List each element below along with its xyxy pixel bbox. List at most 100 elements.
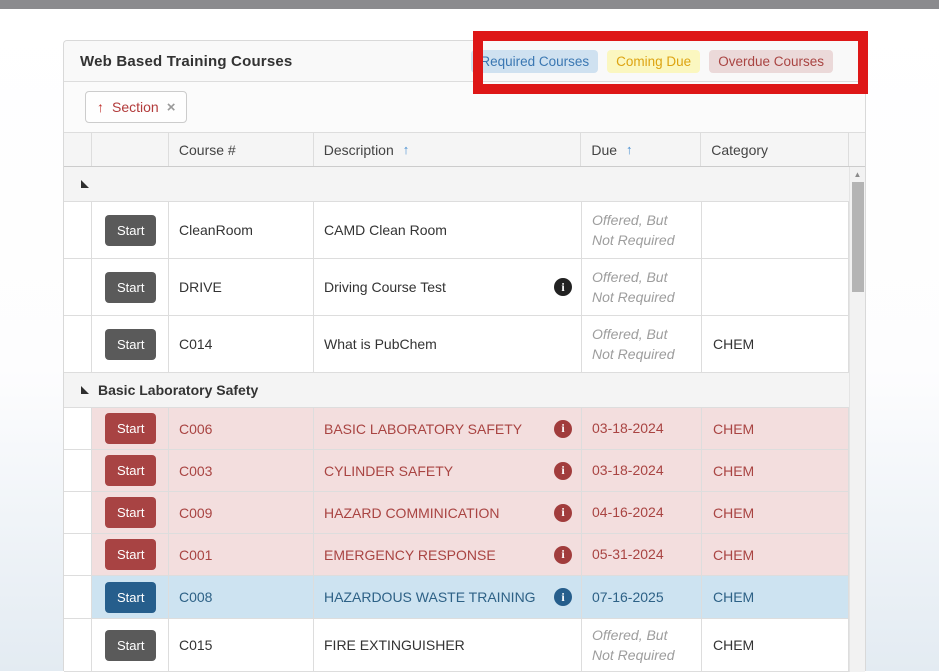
- category: CHEM: [701, 576, 849, 618]
- group-header-row: [64, 167, 849, 202]
- start-button[interactable]: Start: [105, 630, 156, 661]
- start-button[interactable]: Start: [105, 497, 156, 528]
- column-header-description[interactable]: Description ↑: [313, 133, 581, 166]
- row-indent: [64, 576, 91, 618]
- training-courses-panel: Web Based Training Courses Required Cour…: [63, 40, 866, 671]
- course-number: C001: [168, 534, 313, 575]
- row-indent: [64, 259, 91, 315]
- course-description: HAZARDOUS WASTE TRAINING: [324, 589, 536, 605]
- course-description: CAMD Clean Room: [324, 222, 447, 238]
- browser-top-bar: [0, 0, 939, 9]
- info-icon[interactable]: i: [554, 278, 572, 296]
- sort-ascending-icon: ↑: [626, 142, 633, 157]
- course-number: C009: [168, 492, 313, 533]
- due-date: Offered, But Not Required: [581, 619, 701, 671]
- course-description: HAZARD COMMINICATION: [324, 505, 500, 521]
- description-cell: HAZARDOUS WASTE TRAINING i: [313, 576, 581, 618]
- action-cell: Start: [91, 316, 168, 372]
- due-date: 04-16-2024: [581, 492, 701, 533]
- start-button[interactable]: Start: [105, 413, 156, 444]
- page-title: Web Based Training Courses: [80, 53, 292, 70]
- table-header-row: Course # Description ↑ Due ↑ Category: [64, 133, 865, 167]
- due-date: Offered, But Not Required: [581, 259, 701, 315]
- start-button[interactable]: Start: [105, 539, 156, 570]
- sort-ascending-icon: ↑: [403, 142, 410, 157]
- category: CHEM: [701, 492, 849, 533]
- table-row-overdue: Start C001 EMERGENCY RESPONSE i 05-31-20…: [64, 534, 849, 576]
- section-group-chip[interactable]: ↑ Section ×: [85, 91, 187, 123]
- due-date: 05-31-2024: [581, 534, 701, 575]
- column-header-due[interactable]: Due ↑: [580, 133, 700, 166]
- collapse-icon[interactable]: [81, 386, 89, 394]
- table-row-overdue: Start C003 CYLINDER SAFETY i 03-18-2024 …: [64, 450, 849, 492]
- category: CHEM: [701, 316, 849, 372]
- row-indent: [64, 492, 91, 533]
- description-cell: CAMD Clean Room: [313, 202, 581, 258]
- course-description: EMERGENCY RESPONSE: [324, 547, 496, 563]
- table-row-required: Start C008 HAZARDOUS WASTE TRAINING i 07…: [64, 576, 849, 619]
- course-description: BASIC LABORATORY SAFETY: [324, 421, 522, 437]
- column-header-category[interactable]: Category: [700, 133, 848, 166]
- action-cell: Start: [91, 619, 168, 671]
- category: CHEM: [701, 619, 849, 671]
- sort-ascending-icon[interactable]: ↑: [97, 99, 104, 115]
- start-button[interactable]: Start: [105, 329, 156, 360]
- scrollbar-up-icon[interactable]: ▲: [850, 167, 865, 182]
- action-cell: Start: [91, 534, 168, 575]
- due-date: Offered, But Not Required: [581, 316, 701, 372]
- course-description: FIRE EXTINGUISHER: [324, 637, 465, 653]
- column-label: Category: [711, 142, 768, 158]
- description-cell: EMERGENCY RESPONSE i: [313, 534, 581, 575]
- panel-header: Web Based Training Courses Required Cour…: [64, 41, 865, 82]
- status-legend: Required Courses Coming Due Overdue Cour…: [471, 50, 833, 73]
- column-header-course[interactable]: Course #: [168, 133, 313, 166]
- column-label: Description: [324, 142, 394, 158]
- table-body: Start CleanRoom CAMD Clean Room Offered,…: [64, 167, 865, 672]
- course-description: Driving Course Test: [324, 279, 446, 295]
- close-icon[interactable]: ×: [167, 100, 176, 115]
- row-indent: [64, 534, 91, 575]
- info-icon[interactable]: i: [554, 462, 572, 480]
- table-row: Start DRIVE Driving Course Test i Offere…: [64, 259, 849, 316]
- due-date: 07-16-2025: [581, 576, 701, 618]
- course-number: C014: [168, 316, 313, 372]
- table-rows: Start CleanRoom CAMD Clean Room Offered,…: [64, 167, 849, 672]
- group-header-row: Basic Laboratory Safety: [64, 373, 849, 408]
- category: CHEM: [701, 450, 849, 491]
- info-icon[interactable]: i: [554, 588, 572, 606]
- action-cell: Start: [91, 259, 168, 315]
- category: [701, 259, 849, 315]
- table-row: Start C014 What is PubChem Offered, But …: [64, 316, 849, 373]
- row-indent: [64, 316, 91, 372]
- category: CHEM: [701, 534, 849, 575]
- description-cell: Driving Course Test i: [313, 259, 581, 315]
- table-row-overdue: Start C006 BASIC LABORATORY SAFETY i 03-…: [64, 408, 849, 450]
- category: [701, 202, 849, 258]
- header-action-cell: [91, 133, 168, 166]
- course-number: C015: [168, 619, 313, 671]
- start-button[interactable]: Start: [105, 582, 156, 613]
- scrollbar-thumb[interactable]: [852, 182, 864, 292]
- info-icon[interactable]: i: [554, 504, 572, 522]
- action-cell: Start: [91, 450, 168, 491]
- group-label: Basic Laboratory Safety: [98, 382, 258, 398]
- info-icon[interactable]: i: [554, 420, 572, 438]
- legend-required-courses: Required Courses: [471, 50, 598, 73]
- header-indent-cell: [64, 133, 91, 166]
- header-filler-cell: [848, 133, 865, 166]
- info-icon[interactable]: i: [554, 546, 572, 564]
- start-button[interactable]: Start: [105, 455, 156, 486]
- action-cell: Start: [91, 408, 168, 449]
- table-row: Start CleanRoom CAMD Clean Room Offered,…: [64, 202, 849, 259]
- start-button[interactable]: Start: [105, 272, 156, 303]
- table-row: Start C015 FIRE EXTINGUISHER Offered, Bu…: [64, 619, 849, 672]
- course-description: CYLINDER SAFETY: [324, 463, 453, 479]
- action-cell: Start: [91, 576, 168, 618]
- category: CHEM: [701, 408, 849, 449]
- description-cell: What is PubChem: [313, 316, 581, 372]
- description-cell: FIRE EXTINGUISHER: [313, 619, 581, 671]
- start-button[interactable]: Start: [105, 215, 156, 246]
- collapse-icon[interactable]: [81, 180, 89, 188]
- course-description: What is PubChem: [324, 336, 437, 352]
- vertical-scrollbar[interactable]: ▲: [849, 167, 865, 672]
